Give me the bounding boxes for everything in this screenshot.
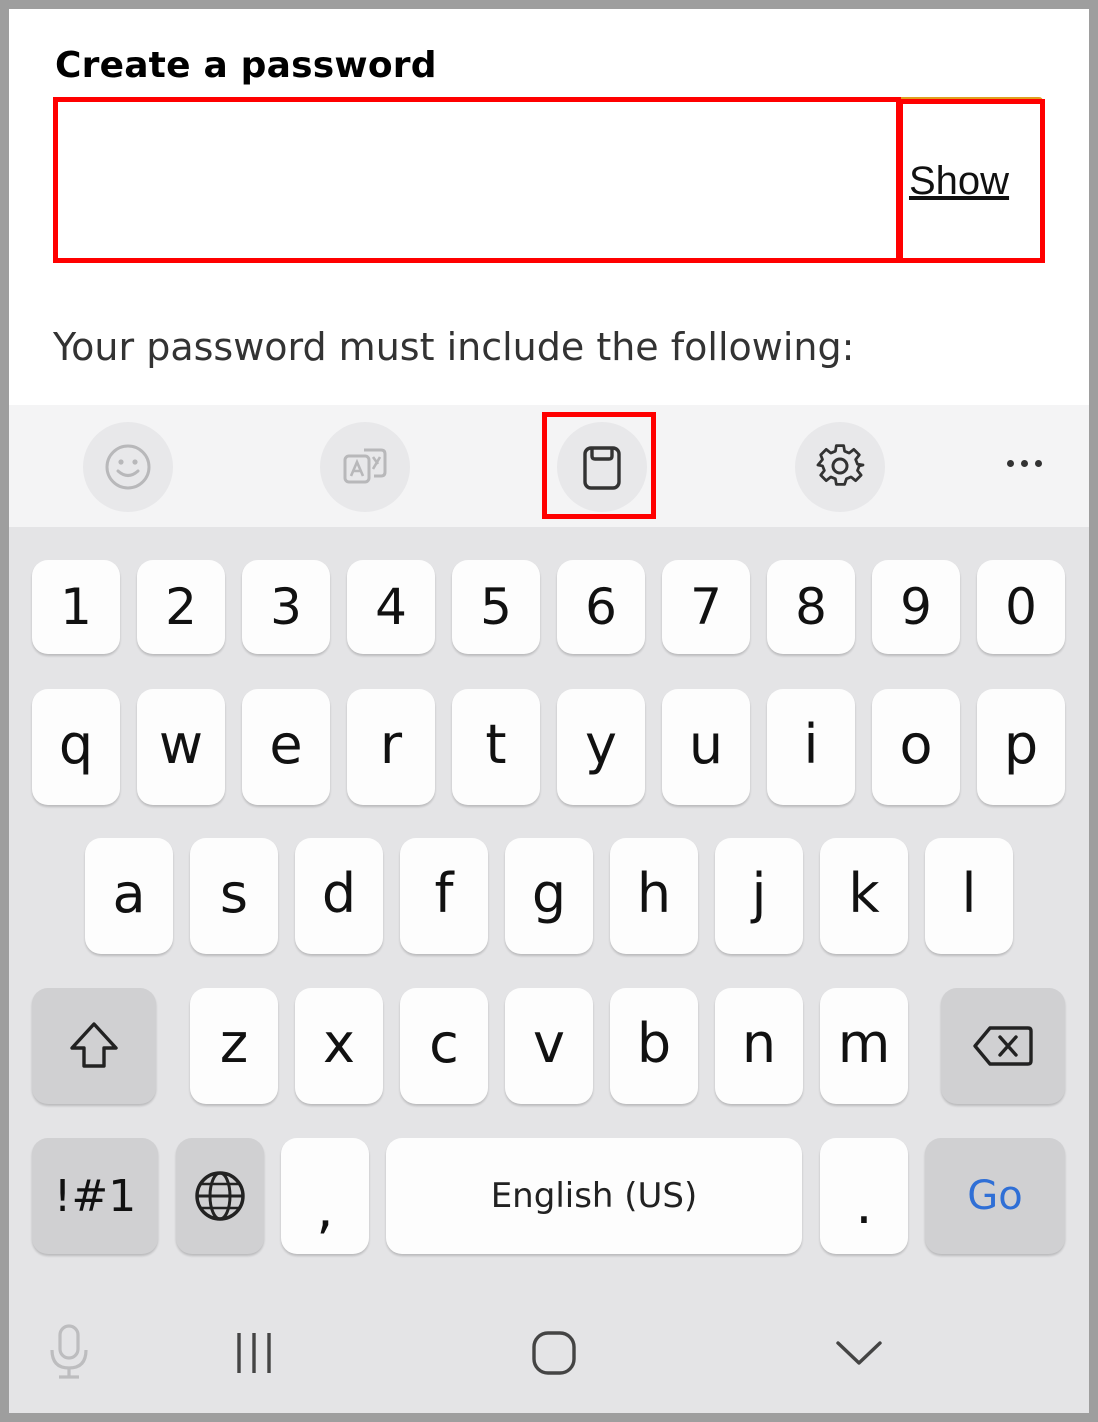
- translate-icon: [343, 448, 387, 484]
- screen: Create a password Show Your password mus…: [9, 9, 1089, 1413]
- key-c[interactable]: c: [400, 988, 488, 1104]
- home-icon: [532, 1331, 576, 1375]
- key-0[interactable]: 0: [977, 560, 1065, 654]
- key-x[interactable]: x: [295, 988, 383, 1104]
- key-f[interactable]: f: [400, 838, 488, 954]
- key-3[interactable]: 3: [242, 560, 330, 654]
- translate-button[interactable]: [320, 422, 410, 512]
- key-l[interactable]: l: [925, 838, 1013, 954]
- shift-icon: [70, 1022, 118, 1068]
- key-5[interactable]: 5: [452, 560, 540, 654]
- password-input-highlight: [53, 97, 901, 263]
- key-6[interactable]: 6: [557, 560, 645, 654]
- backspace-icon: [973, 1026, 1033, 1066]
- recent-apps-button[interactable]: [219, 1323, 289, 1383]
- password-label: Create a password: [55, 45, 437, 86]
- key-w[interactable]: w: [137, 689, 225, 805]
- space-key[interactable]: English (US): [386, 1138, 802, 1254]
- key-e[interactable]: e: [242, 689, 330, 805]
- microphone-icon: [50, 1324, 88, 1379]
- key-1[interactable]: 1: [32, 560, 120, 654]
- key-9[interactable]: 9: [872, 560, 960, 654]
- recent-apps-icon: [237, 1333, 271, 1373]
- key-d[interactable]: d: [295, 838, 383, 954]
- hide-keyboard-icon: [836, 1341, 882, 1365]
- key-q[interactable]: q: [32, 689, 120, 805]
- shift-key[interactable]: [32, 988, 156, 1104]
- hide-keyboard-button[interactable]: [824, 1323, 894, 1383]
- language-key[interactable]: [176, 1138, 264, 1254]
- home-button[interactable]: [519, 1323, 589, 1383]
- key-h[interactable]: h: [610, 838, 698, 954]
- show-password-button[interactable]: Show: [909, 159, 1009, 204]
- key-2[interactable]: 2: [137, 560, 225, 654]
- key-b[interactable]: b: [610, 988, 698, 1104]
- key-g[interactable]: g: [505, 838, 593, 954]
- settings-gear-icon: [816, 444, 865, 486]
- key-p[interactable]: p: [977, 689, 1065, 805]
- period-key[interactable]: .: [820, 1138, 908, 1254]
- comma-key[interactable]: ,: [281, 1138, 369, 1254]
- key-m[interactable]: m: [820, 988, 908, 1104]
- key-k[interactable]: k: [820, 838, 908, 954]
- key-s[interactable]: s: [190, 838, 278, 954]
- key-i[interactable]: i: [767, 689, 855, 805]
- symbols-key[interactable]: !#1: [32, 1138, 158, 1254]
- key-7[interactable]: 7: [662, 560, 750, 654]
- go-key[interactable]: Go: [925, 1138, 1065, 1254]
- clipboard-button-highlight: [542, 412, 656, 519]
- globe-icon: [195, 1171, 245, 1221]
- emoji-button[interactable]: [83, 422, 173, 512]
- key-a[interactable]: a: [85, 838, 173, 954]
- key-y[interactable]: y: [557, 689, 645, 805]
- key-z[interactable]: z: [190, 988, 278, 1104]
- key-v[interactable]: v: [505, 988, 593, 1104]
- keyboard: 1 2 3 4 5 6 7 8 9 0 q w e r t y u i o p …: [9, 527, 1089, 1413]
- password-requirements-hint: Your password must include the following…: [53, 325, 855, 369]
- backspace-key[interactable]: [941, 988, 1065, 1104]
- key-4[interactable]: 4: [347, 560, 435, 654]
- key-r[interactable]: r: [347, 689, 435, 805]
- key-o[interactable]: o: [872, 689, 960, 805]
- more-options-icon[interactable]: [999, 443, 1049, 483]
- emoji-icon: [105, 444, 151, 490]
- settings-button[interactable]: [795, 422, 885, 512]
- key-j[interactable]: j: [715, 838, 803, 954]
- key-8[interactable]: 8: [767, 560, 855, 654]
- microphone-button[interactable]: [39, 1317, 99, 1387]
- key-n[interactable]: n: [715, 988, 803, 1104]
- key-u[interactable]: u: [662, 689, 750, 805]
- key-t[interactable]: t: [452, 689, 540, 805]
